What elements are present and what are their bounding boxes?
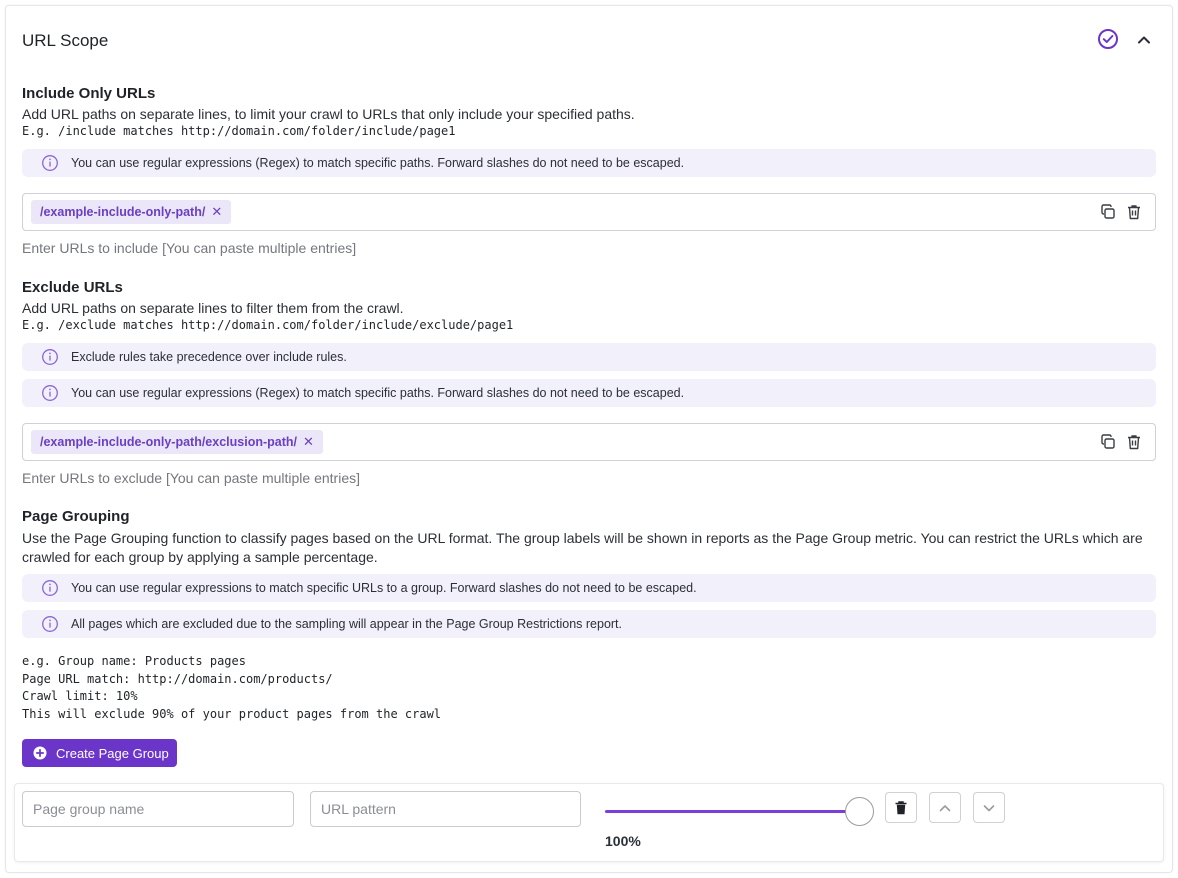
- chip-label: /example-include-only-path/: [40, 205, 206, 219]
- include-description: Add URL paths on separate lines, to limi…: [22, 106, 635, 122]
- info-icon: [42, 349, 58, 365]
- remove-chip-icon[interactable]: ✕: [211, 204, 222, 220]
- grouping-info-regex: You can use regular expressions to match…: [22, 574, 1156, 602]
- info-icon: [42, 385, 58, 401]
- chevron-up-icon: [939, 804, 951, 811]
- crawl-limit-value: 100%: [605, 833, 641, 849]
- chevron-down-icon: [983, 804, 995, 811]
- include-example: E.g. /include matches http://domain.com/…: [22, 124, 456, 138]
- move-down-button[interactable]: [973, 792, 1005, 823]
- exclude-hint: Enter URLs to exclude [You can paste mul…: [22, 470, 361, 486]
- grouping-title: Page Grouping: [22, 508, 130, 525]
- info-text: You can use regular expressions to match…: [71, 581, 697, 595]
- info-icon: [42, 616, 58, 632]
- include-url-chip: /example-include-only-path/ ✕: [31, 200, 232, 224]
- exclude-description: Add URL paths on separate lines to filte…: [22, 300, 404, 316]
- exclude-urls-input[interactable]: /example-include-only-path/exclusion-pat…: [22, 423, 1156, 461]
- trash-icon[interactable]: [1125, 433, 1143, 451]
- info-text: You can use regular expressions (Regex) …: [71, 386, 685, 400]
- check-circle-icon: [1098, 29, 1118, 49]
- copy-icon[interactable]: [1099, 203, 1117, 221]
- delete-group-button[interactable]: [885, 792, 917, 823]
- move-up-button[interactable]: [929, 792, 961, 823]
- grouping-example: e.g. Group name: Products pages Page URL …: [22, 653, 441, 723]
- info-icon: [42, 580, 58, 596]
- info-text: Exclude rules take precedence over inclu…: [71, 350, 347, 364]
- trash-filled-icon: [895, 800, 907, 814]
- example-line: Crawl limit: 10%: [22, 689, 138, 703]
- remove-chip-icon[interactable]: ✕: [303, 434, 314, 450]
- chevron-up-icon[interactable]: [1135, 31, 1153, 49]
- exclude-example: E.g. /exclude matches http://domain.com/…: [22, 318, 514, 332]
- include-urls-input[interactable]: /example-include-only-path/ ✕: [22, 193, 1156, 231]
- grouping-description-line1: Use the Page Grouping function to classi…: [22, 530, 1143, 546]
- exclude-title: Exclude URLs: [22, 279, 123, 296]
- exclude-url-chip: /example-include-only-path/exclusion-pat…: [31, 430, 323, 454]
- url-pattern-input[interactable]: [310, 791, 581, 827]
- chip-label: /example-include-only-path/exclusion-pat…: [40, 435, 297, 449]
- crawl-limit-slider-thumb[interactable]: [845, 797, 874, 826]
- exclude-info-precedence: Exclude rules take precedence over inclu…: [22, 343, 1156, 371]
- include-title: Include Only URLs: [22, 85, 156, 102]
- section-title: URL Scope: [22, 31, 109, 50]
- info-icon: [42, 155, 58, 171]
- trash-icon[interactable]: [1125, 203, 1143, 221]
- grouping-info-sampling: All pages which are excluded due to the …: [22, 610, 1156, 638]
- example-line: Page URL match: http://domain.com/produc…: [22, 671, 333, 686]
- page-group-row: 100%: [14, 783, 1164, 862]
- crawl-limit-slider-track[interactable]: [605, 810, 855, 813]
- info-text: All pages which are excluded due to the …: [71, 617, 623, 631]
- copy-icon[interactable]: [1099, 433, 1117, 451]
- create-button-label: Create Page Group: [56, 745, 169, 761]
- grouping-description-line2: crawled for each group by applying a sam…: [22, 549, 378, 565]
- info-text: You can use regular expressions (Regex) …: [71, 156, 685, 170]
- example-line: e.g. Group name: Products pages: [22, 654, 246, 668]
- page-group-name-input[interactable]: [22, 791, 294, 827]
- include-info-regex: You can use regular expressions (Regex) …: [22, 149, 1156, 177]
- plus-circle-icon: [33, 746, 47, 760]
- create-page-group-button[interactable]: Create Page Group: [22, 739, 177, 767]
- exclude-info-regex: You can use regular expressions (Regex) …: [22, 379, 1156, 407]
- example-line: This will exclude 90% of your product pa…: [22, 706, 442, 721]
- include-hint: Enter URLs to include [You can paste mul…: [22, 240, 357, 256]
